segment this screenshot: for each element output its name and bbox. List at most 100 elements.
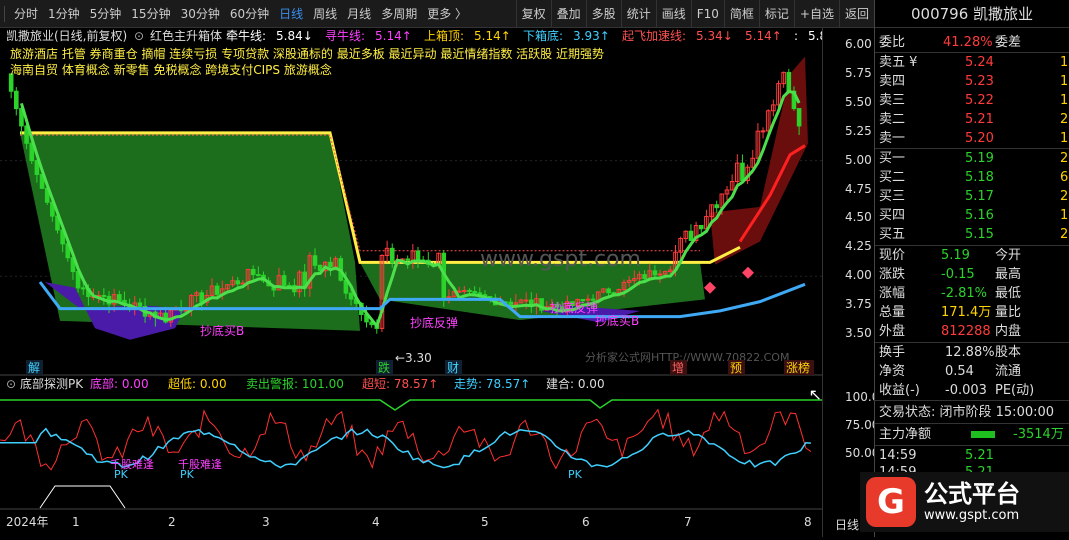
price-tick: 4.25 xyxy=(845,239,872,254)
stat2-label-2: 股本 xyxy=(995,345,1022,360)
period-tab-10[interactable]: 更多 〉 xyxy=(422,0,472,28)
date-tick-3: 3 xyxy=(262,515,270,529)
stat-value: 5.19 xyxy=(941,248,970,263)
panel-divider xyxy=(875,400,1069,401)
period-tab-6[interactable]: 日线 xyxy=(274,0,308,28)
weibi-row: 委比 41.28% 委差 xyxy=(875,33,1069,52)
watermark-url: www.gspt.com xyxy=(480,247,641,272)
price-tick: 3.75 xyxy=(845,297,872,312)
date-tick-7: 7 xyxy=(684,515,692,529)
period-tab-0[interactable]: 分时 xyxy=(9,0,43,28)
ask-volume: 1 xyxy=(1060,131,1069,146)
bid-volume: 2 xyxy=(1060,151,1069,166)
date-tick-8: 8 xyxy=(804,515,812,529)
toolbar-button-8[interactable]: +自选 xyxy=(793,0,839,28)
stat2-row: 净资 0.54 流通 xyxy=(875,362,1069,381)
header-value-3: 3.93↑ xyxy=(573,29,610,43)
period-tab-3[interactable]: 15分钟 xyxy=(126,0,175,28)
brand-url: www.gspt.com xyxy=(924,508,1020,523)
toolbar-button-5[interactable]: F10 xyxy=(690,0,724,28)
toolbar-button-7[interactable]: 标记 xyxy=(758,0,794,28)
toolbar-button-6[interactable]: 简框 xyxy=(723,0,759,28)
candle-body xyxy=(456,290,462,293)
candle-body xyxy=(714,204,720,209)
bid-price: 5.15 xyxy=(965,227,994,242)
bid-label: 买五 xyxy=(879,227,906,242)
bid-row: 买四 5.16 1 xyxy=(875,206,1069,225)
stat-label: 总量 xyxy=(879,305,906,320)
candle-body xyxy=(652,270,658,276)
brand-logo: G 公式平台 www.gspt.com xyxy=(860,472,1069,532)
toolbar-button-2[interactable]: 多股 xyxy=(585,0,621,28)
event-marker-0: 解 xyxy=(28,361,40,375)
bid-row: 买二 5.18 6 xyxy=(875,168,1069,187)
candle-body xyxy=(606,288,611,294)
period-tab-8[interactable]: 月线 xyxy=(342,0,376,28)
stat-row: 涨幅 -2.81% 最低 xyxy=(875,284,1069,303)
watermark-credit: 分析家公式网HTTP://WWW.70822.COM xyxy=(585,350,789,364)
stat-value: 171.4万 xyxy=(941,305,992,320)
candle-body xyxy=(698,224,704,230)
period-tab-2[interactable]: 5分钟 xyxy=(85,0,127,28)
toolbar-button-3[interactable]: 统计 xyxy=(620,0,656,28)
stat2-label-2: PE(动) xyxy=(995,383,1035,398)
buy-signal-label-2: 抄底反弹 xyxy=(550,300,598,315)
period-tab-5[interactable]: 60分钟 xyxy=(225,0,274,28)
stat2-row: 换手 12.88% 股本 xyxy=(875,343,1069,362)
sub-item-3: 超短: 78.57↑ xyxy=(362,376,438,391)
ask-price: 5.22 xyxy=(965,93,994,108)
period-tab-7[interactable]: 周线 xyxy=(308,0,342,28)
ask-volume: 2 xyxy=(1060,112,1069,127)
ask-volume: 1 xyxy=(1060,55,1069,70)
main-net-bar xyxy=(971,431,995,438)
brand-mark-icon: G xyxy=(866,477,916,527)
candle-body xyxy=(760,130,766,133)
ask-label: 卖四 xyxy=(879,74,906,89)
candle-body xyxy=(642,274,647,279)
header-label-1: 寻牛线: xyxy=(325,28,365,43)
candle-body xyxy=(214,285,220,295)
date-tick-0: 2024年 xyxy=(6,515,49,529)
bid-row: 买三 5.17 2 xyxy=(875,187,1069,206)
candle-body xyxy=(256,274,261,277)
candle-body xyxy=(348,292,354,300)
ask-price: 5.24 xyxy=(965,55,994,70)
header-value-0: 5.84↓ xyxy=(276,29,313,43)
price-tick: 4.50 xyxy=(845,210,872,225)
panel-divider xyxy=(875,423,1069,424)
period-tab-9[interactable]: 多周期 xyxy=(376,0,422,28)
toolbar-button-4[interactable]: 画线 xyxy=(655,0,691,28)
toolbar-button-1[interactable]: 叠加 xyxy=(550,0,586,28)
date-tick-4: 4 xyxy=(372,515,380,529)
candle-body xyxy=(472,290,477,294)
candle-body xyxy=(585,298,591,301)
price-tick: 6.00 xyxy=(845,37,872,51)
bid-volume: 2 xyxy=(1060,227,1069,242)
candle-body xyxy=(101,294,107,297)
chart-area[interactable]: 凯撒旅业(日线,前复权) ⊙ 红色主升箱体 牵牛线: 5.84↓ 寻牛线: 5.14↑ 上箱顶… xyxy=(0,28,908,537)
trade-status-row: 交易状态: 闭市阶段 15:00:00 xyxy=(875,403,1069,422)
bid-volume: 2 xyxy=(1060,189,1069,204)
stat-label-2: 最低 xyxy=(995,286,1022,301)
period-tab-1[interactable]: 1分钟 xyxy=(43,0,85,28)
stat-label: 外盘 xyxy=(879,324,906,339)
period-tab-4[interactable]: 30分钟 xyxy=(176,0,225,28)
stat2-label: 收益(-) xyxy=(879,383,920,398)
stat-label-2: 今开 xyxy=(995,248,1022,263)
toolbar-button-9[interactable]: 返回 xyxy=(838,0,874,28)
candle-body xyxy=(405,258,410,261)
kline-chart[interactable]: 凯撒旅业(日线,前复权) ⊙ 红色主升箱体 牵牛线: 5.84↓ 寻牛线: 5.14↑ 上箱顶… xyxy=(0,28,908,537)
candle-body xyxy=(523,299,529,302)
price-tick: 5.75 xyxy=(845,65,872,80)
trade-status: 交易状态: 闭市阶段 15:00:00 xyxy=(879,405,1055,420)
sell-warning-line xyxy=(0,399,822,411)
chart-stock-title: 凯撒旅业(日线,前复权) xyxy=(6,28,127,43)
ask-label: 卖一 xyxy=(879,131,906,146)
ask-price: 5.21 xyxy=(965,112,994,127)
price-axis: 6.00 5.75 5.50 5.25 5.00 4.75 4.50 4.25 4.00 3.75… xyxy=(822,28,879,537)
toolbar-button-0[interactable]: 复权 xyxy=(515,0,551,28)
candle-body xyxy=(137,302,143,307)
price-tick: 5.50 xyxy=(845,94,872,109)
date-axis-button[interactable]: 日线 xyxy=(835,516,859,533)
sub-item-1: 超低: 0.00 xyxy=(168,376,227,391)
